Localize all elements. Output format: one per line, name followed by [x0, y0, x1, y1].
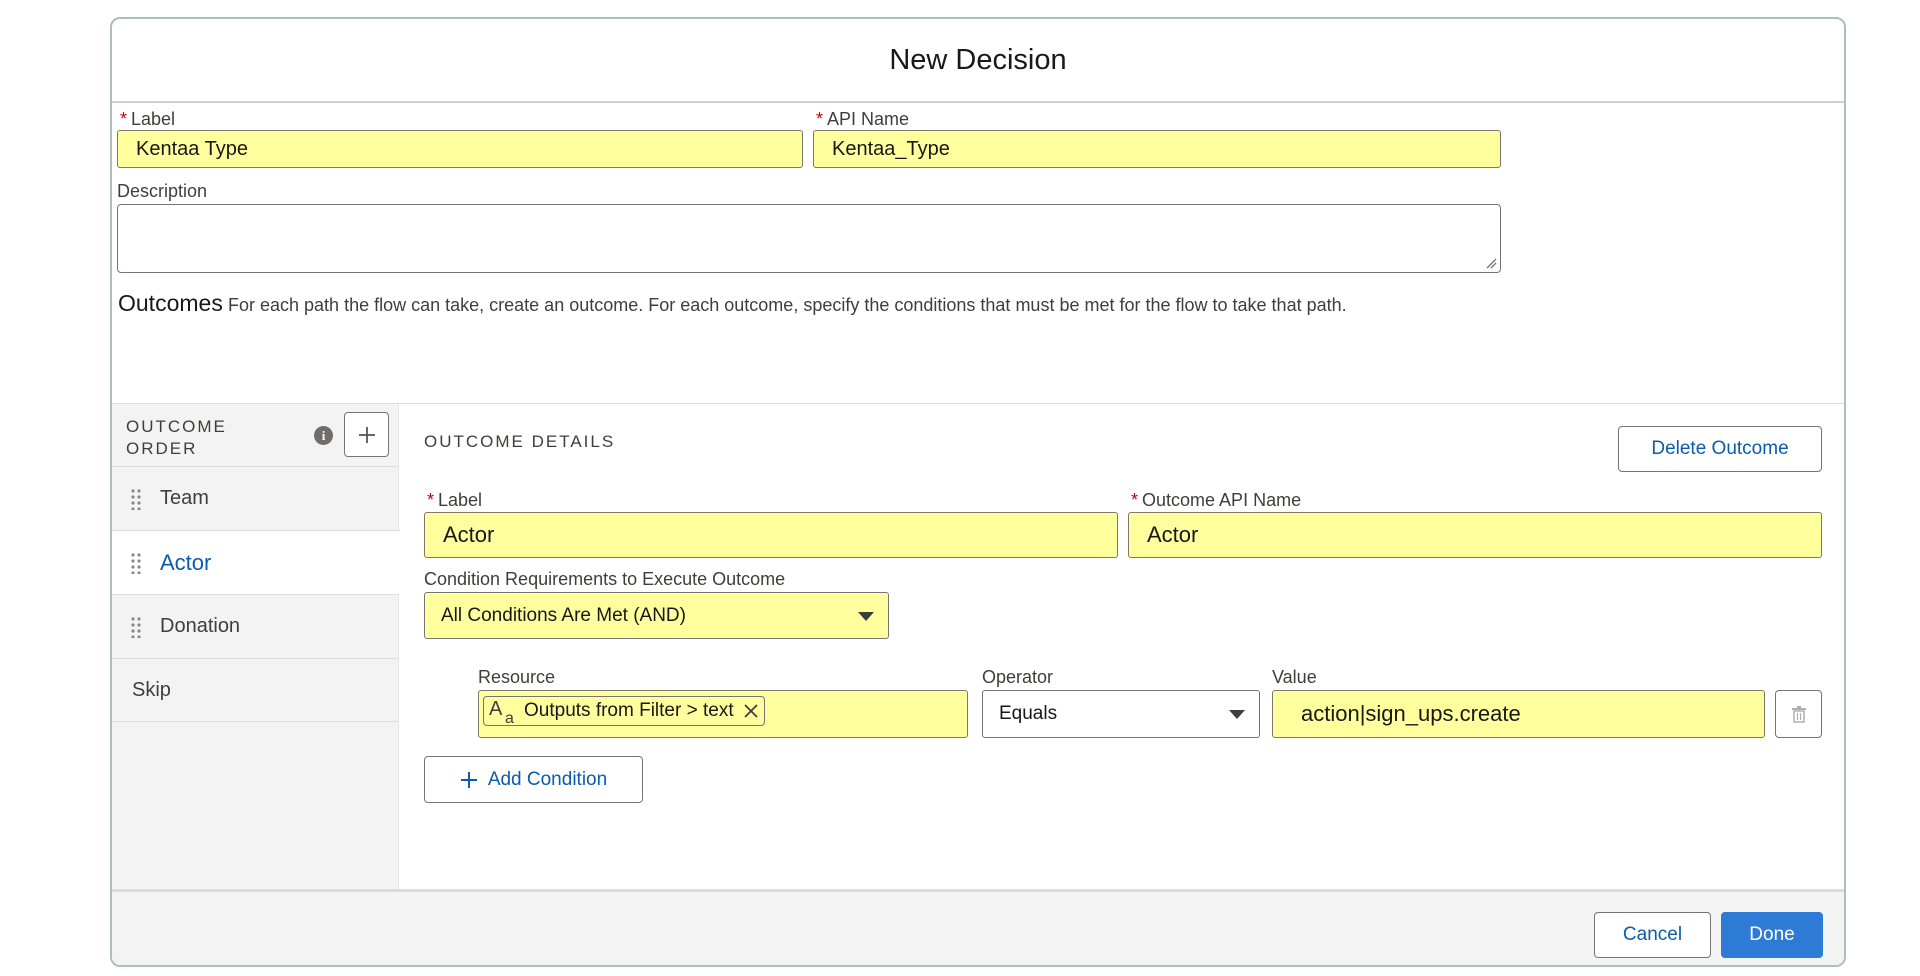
- svg-text:a: a: [505, 710, 514, 725]
- add-condition-button[interactable]: Add Condition: [424, 756, 643, 803]
- description-textarea[interactable]: [117, 204, 1501, 273]
- resource-label: Resource: [478, 667, 556, 687]
- outcome-details-header: OUTCOME DETAILS: [424, 432, 616, 451]
- svg-text:A: A: [489, 698, 503, 720]
- api-name-field-label: * API Name: [816, 109, 910, 129]
- done-button[interactable]: Done: [1721, 912, 1823, 958]
- resource-pill-label: Outputs from Filter > text: [524, 700, 734, 721]
- add-condition-label: Add Condition: [487, 768, 608, 790]
- trash-icon: [1791, 706, 1806, 723]
- plus-icon: [358, 426, 375, 443]
- drag-handle-icon[interactable]: [130, 616, 142, 638]
- new-decision-modal: New Decision * Label Kentaa Type * API Nam…: [110, 17, 1846, 967]
- outcomes-panel: OUTCOME ORDER i Team Actor Donation Skip: [112, 403, 1844, 890]
- outcome-item-skip[interactable]: Skip: [112, 658, 398, 722]
- outcome-item-label: Team: [160, 487, 209, 509]
- outcome-label-input[interactable]: Actor: [424, 512, 1118, 558]
- resource-pill[interactable]: A a Outputs from Filter > text: [483, 696, 765, 726]
- resize-grip-icon[interactable]: [1485, 257, 1497, 269]
- api-name-input[interactable]: Kentaa_Type: [813, 130, 1501, 168]
- operator-label: Operator: [982, 667, 1054, 687]
- outcome-order-header: OUTCOME ORDER: [126, 417, 227, 458]
- text-type-icon: A a: [489, 698, 514, 725]
- modal-header: New Decision: [112, 19, 1844, 103]
- outcome-item-team[interactable]: Team: [112, 466, 398, 530]
- delete-outcome-button[interactable]: Delete Outcome: [1618, 426, 1822, 472]
- outcome-item-label: Donation: [160, 615, 241, 637]
- outcomes-description: For each path the flow can take, create …: [228, 295, 1347, 315]
- outcome-details: OUTCOME DETAILS Delete Outcome * Label Ac…: [400, 404, 1844, 890]
- drag-handle-icon[interactable]: [130, 552, 142, 574]
- chevron-down-icon: [858, 611, 874, 621]
- label-field-label: * Label: [120, 109, 176, 129]
- resource-input[interactable]: A a Outputs from Filter > text: [478, 690, 968, 738]
- drag-handle-icon[interactable]: [130, 488, 142, 510]
- plus-icon: [460, 771, 477, 788]
- modal-title: New Decision: [889, 43, 1067, 76]
- delete-condition-button[interactable]: [1775, 690, 1822, 738]
- add-outcome-button[interactable]: [344, 412, 389, 457]
- outcome-item-donation[interactable]: Donation: [112, 594, 398, 658]
- operator-value: Equals: [999, 703, 1058, 724]
- outcome-item-label: Actor: [160, 549, 212, 575]
- outcome-item-label: Skip: [132, 678, 171, 701]
- close-icon[interactable]: [742, 702, 760, 720]
- condition-requirements-value: All Conditions Are Met (AND): [441, 604, 686, 626]
- operator-select[interactable]: Equals: [982, 690, 1260, 738]
- cancel-button[interactable]: Cancel: [1594, 912, 1711, 958]
- description-label: Description: [117, 181, 208, 201]
- condition-requirements-label: Condition Requirements to Execute Outcom…: [424, 569, 786, 589]
- label-input[interactable]: Kentaa Type: [117, 130, 803, 168]
- value-input[interactable]: action|sign_ups.create: [1272, 690, 1765, 738]
- outcome-api-name-input[interactable]: Actor: [1128, 512, 1822, 558]
- outcome-label-field-label: * Label: [427, 490, 483, 510]
- outcome-api-name-field-label: * Outcome API Name: [1131, 490, 1302, 510]
- condition-requirements-select[interactable]: All Conditions Are Met (AND): [424, 592, 889, 639]
- outcomes-title: Outcomes: [118, 290, 223, 316]
- outcome-item-actor[interactable]: Actor: [112, 530, 400, 594]
- value-label: Value: [1272, 667, 1317, 687]
- info-icon[interactable]: i: [314, 426, 333, 445]
- outcome-order-sidebar: OUTCOME ORDER i Team Actor Donation Skip: [112, 404, 400, 890]
- modal-footer: Cancel Done: [112, 889, 1844, 965]
- chevron-down-icon: [1229, 710, 1245, 719]
